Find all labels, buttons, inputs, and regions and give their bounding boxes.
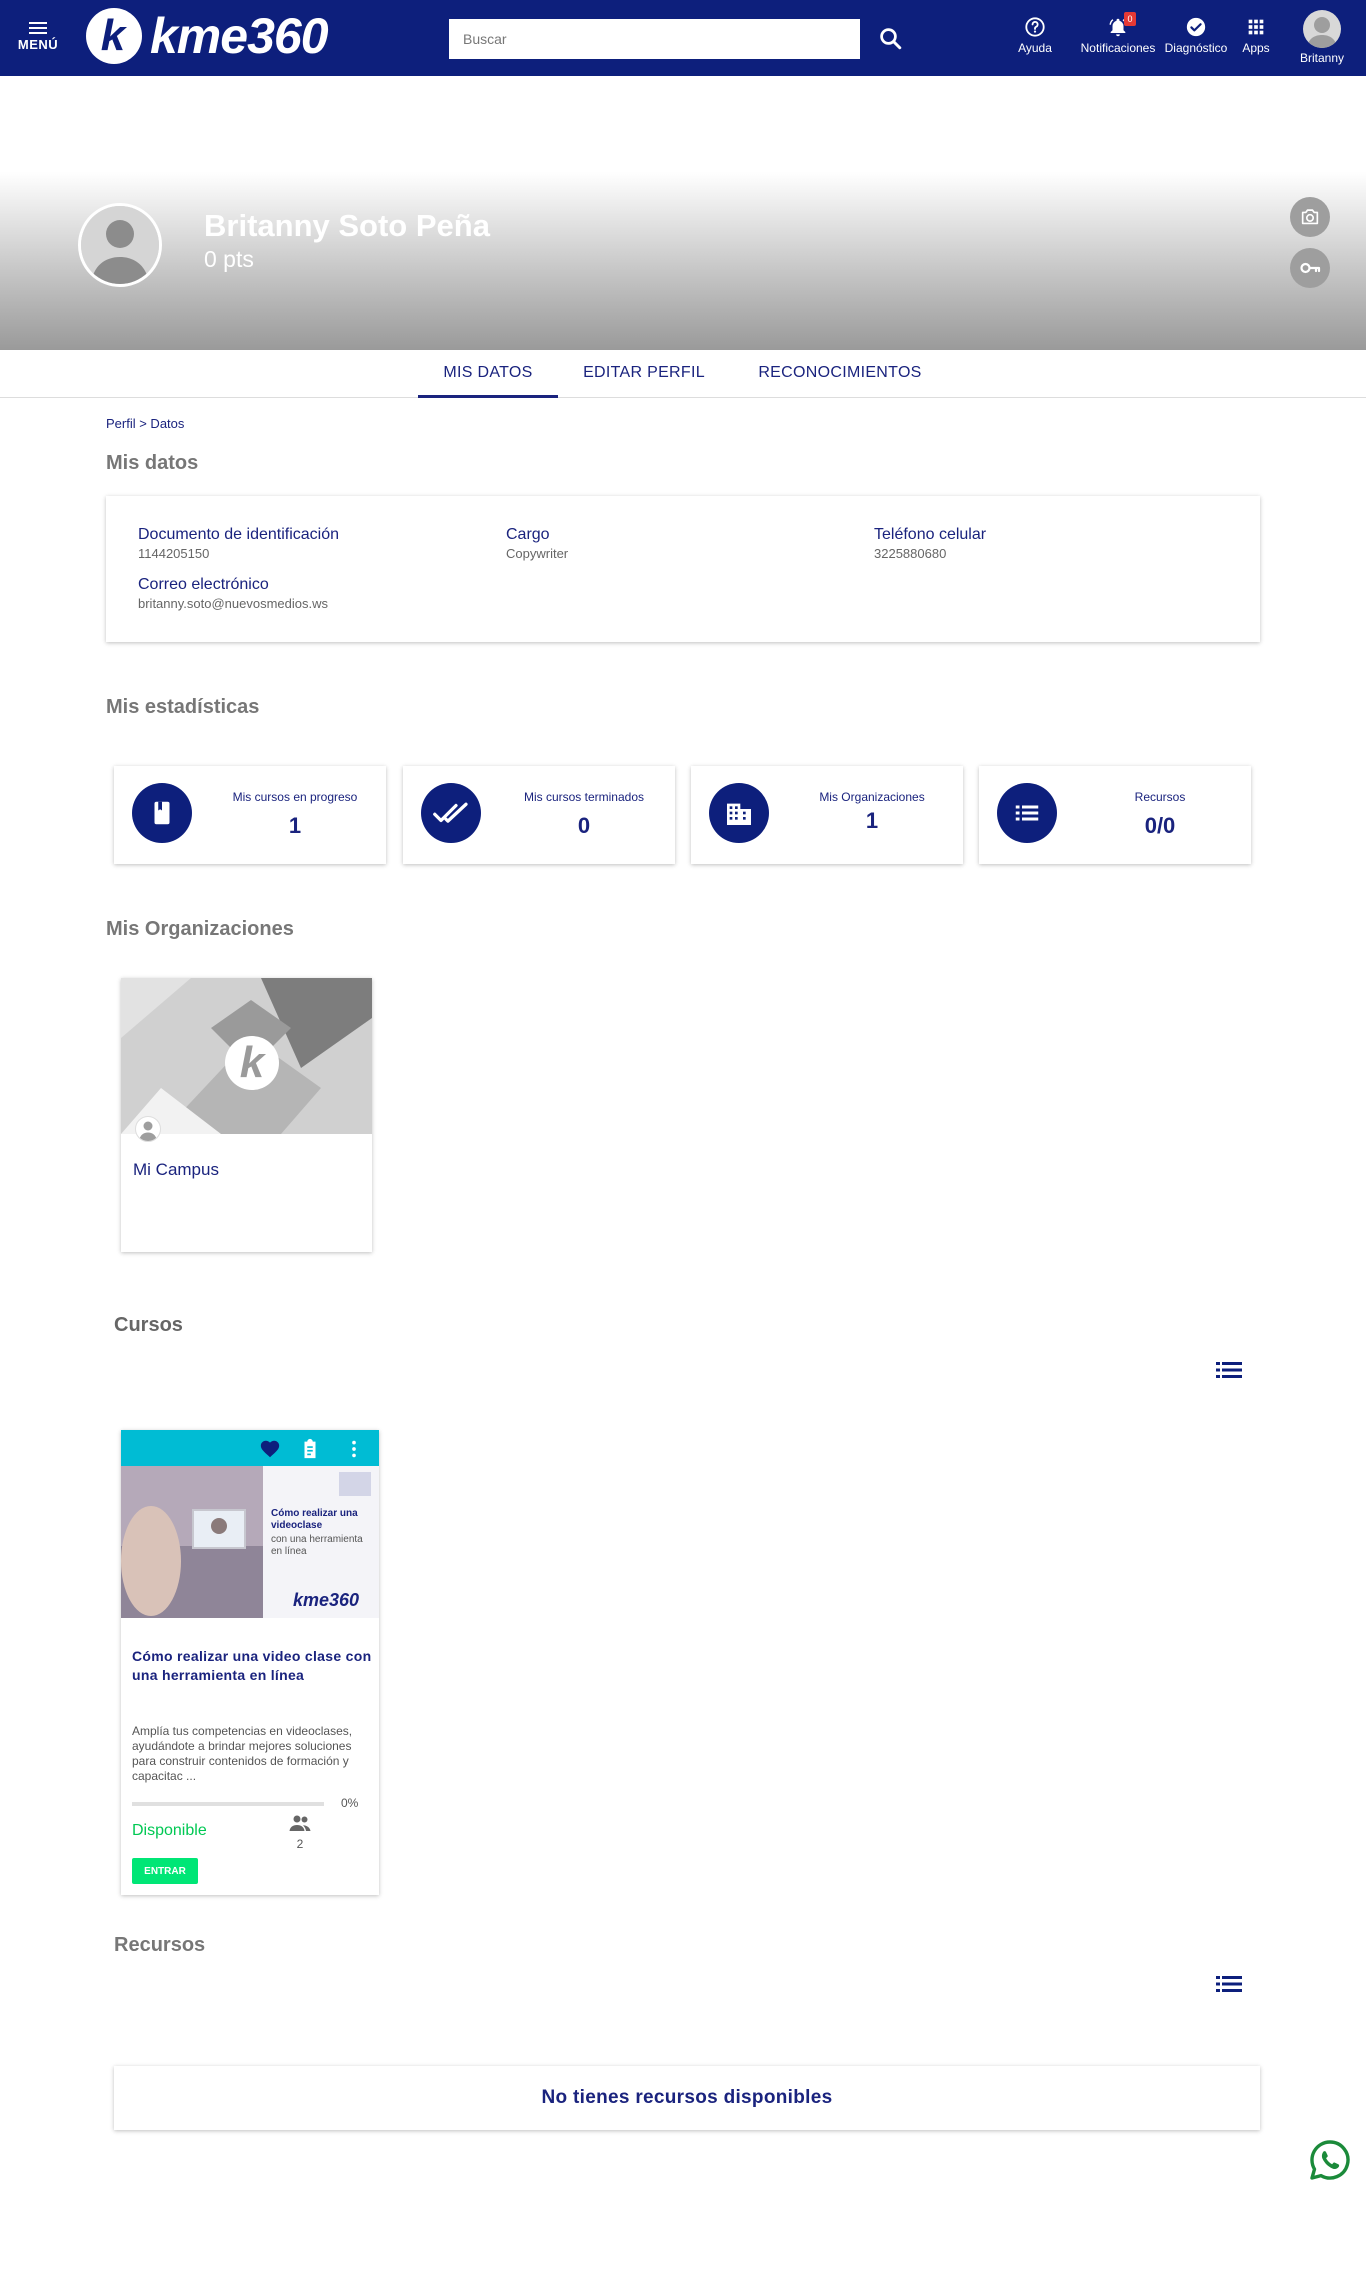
user-nav-item[interactable]: Britanny [1292,10,1352,65]
stat-label: Recursos [1134,790,1186,804]
double-check-icon [421,783,481,843]
organization-k-logo: k [225,1036,279,1090]
key-icon [1300,262,1321,274]
more-vertical-icon[interactable] [343,1438,365,1460]
apps-grid-icon [1248,19,1264,35]
help-nav-item[interactable]: Ayuda [1010,16,1060,64]
change-photo-button[interactable] [1290,197,1330,237]
course-users: 2 [285,1814,315,1851]
stat-value: 0/0 [1144,813,1176,838]
field-label: Documento de identificación [138,526,340,543]
profile-name: Britanny Soto Peña [204,208,490,243]
stat-label: Mis cursos en progreso [232,790,358,804]
stat-card-recursos[interactable]: Recursos 0/0 [979,766,1251,864]
diagnostic-nav-item[interactable]: Diagnóstico [1162,16,1230,64]
profile-tabs: MIS DATOS EDITAR PERFIL RECONOCIMIENTOS [0,350,1366,398]
book-icon [132,783,192,843]
notifications-badge: 0 [1124,12,1136,26]
stat-card-cursos-progreso[interactable]: Mis cursos en progreso 1 [114,766,386,864]
cursos-title: Cursos [114,1314,183,1336]
course-progress-bar [132,1802,324,1806]
change-password-button[interactable] [1290,248,1330,288]
stat-card-cursos-terminados[interactable]: Mis cursos terminados 0 [403,766,675,864]
field-label: Cargo [506,526,550,543]
user-silhouette-icon [1307,17,1337,48]
top-navbar: MENÚ k kme360 Ayuda 0 Notificaciones Dia… [0,0,1366,76]
course-card[interactable]: Cómo realizar una videoclase con una her… [121,1430,379,1895]
empty-resources-message: No tienes recursos disponibles [114,2066,1260,2130]
breadcrumb[interactable]: Perfil > Datos [106,416,184,431]
whatsapp-icon[interactable] [1308,2138,1352,2182]
search-icon[interactable] [876,24,906,54]
user-silhouette-icon [81,206,159,284]
tab-mis-datos[interactable]: MIS DATOS [418,350,558,398]
kme360-logo[interactable]: k kme360 [86,6,328,66]
stat-value: 1 [288,813,302,838]
camera-icon [1301,209,1319,225]
list-view-icon[interactable] [1212,1358,1246,1382]
menu-label: MENÚ [17,37,59,52]
course-status: Disponible [132,1822,207,1839]
stat-value: 1 [865,808,879,833]
heart-icon[interactable] [259,1438,281,1460]
menu-button[interactable]: MENÚ [16,18,60,58]
course-progress-label: 0% [341,1796,359,1810]
logo-wordmark: kme360 [150,8,328,64]
check-circle-icon [1186,17,1206,37]
estadisticas-title: Mis estadísticas [106,696,260,718]
field-documento: Documento de identificación 1144205150 [138,526,339,561]
stat-value: 0 [577,813,591,838]
recursos-title: Recursos [114,1934,206,1956]
course-thumbnail: Cómo realizar una videoclase con una her… [121,1466,379,1618]
field-value: britanny.soto@nuevosmedios.ws [138,596,328,611]
field-cargo: Cargo Copywriter [506,526,568,561]
profile-points: 0 pts [204,246,254,272]
stat-label: Mis Organizaciones [819,790,925,804]
field-telefono: Teléfono celular 3225880680 [874,526,986,561]
mis-datos-title: Mis datos [106,452,199,474]
profile-avatar [78,203,162,287]
organization-name: Mi Campus [133,1160,219,1179]
tab-reconocimientos[interactable]: RECONOCIMIENTOS [740,350,940,398]
building-icon [709,783,769,843]
help-label: Ayuda [1018,41,1052,55]
organization-card[interactable]: k Mi Campus [121,978,372,1252]
apps-label: Apps [1242,41,1270,55]
clipboard-icon[interactable] [299,1438,321,1460]
course-image-brand: kme360 [293,1590,360,1610]
enter-course-button[interactable]: ENTRAR [132,1858,198,1884]
stat-card-organizaciones[interactable]: Mis Organizaciones 1 [691,766,963,864]
organizaciones-title: Mis Organizaciones [106,918,294,940]
field-value: 1144205150 [138,546,210,561]
field-label: Teléfono celular [874,526,987,543]
course-image-subheading: con una herramienta en línea [271,1534,363,1557]
list-view-icon[interactable] [1212,1972,1246,1996]
list-icon [997,783,1057,843]
organization-banner: k [121,978,372,1134]
diagnostic-label: Diagnóstico [1164,41,1228,55]
user-avatar [1303,10,1341,48]
user-icon [135,1116,161,1142]
mis-datos-card: Documento de identificación 1144205150 C… [106,496,1260,642]
course-title[interactable]: Cómo realizar una video clase con una he… [132,1647,372,1685]
users-icon [289,1815,311,1831]
notifications-label: Notificaciones [1080,41,1156,55]
hamburger-icon [29,22,47,34]
field-correo: Correo electrónico britanny.soto@nuevosm… [138,576,328,611]
logo-k-icon: k [86,8,142,64]
notifications-nav-item[interactable]: 0 Notificaciones [1078,12,1158,64]
field-value: Copywriter [506,546,569,561]
course-card-toolbar [121,1430,379,1466]
stat-label: Mis cursos terminados [523,790,645,804]
help-icon [1025,17,1045,37]
course-users-count: 2 [296,1837,304,1851]
apps-nav-item[interactable]: Apps [1236,16,1276,64]
tab-editar-perfil[interactable]: EDITAR PERFIL [568,350,720,398]
course-image-heading: Cómo realizar una videoclase [271,1508,358,1531]
field-value: 3225880680 [874,546,947,561]
field-label: Correo electrónico [138,576,269,593]
course-description: Amplía tus competencias en videoclases, … [132,1724,353,1783]
search-input[interactable] [449,19,860,59]
user-label: Britanny [1299,51,1345,65]
